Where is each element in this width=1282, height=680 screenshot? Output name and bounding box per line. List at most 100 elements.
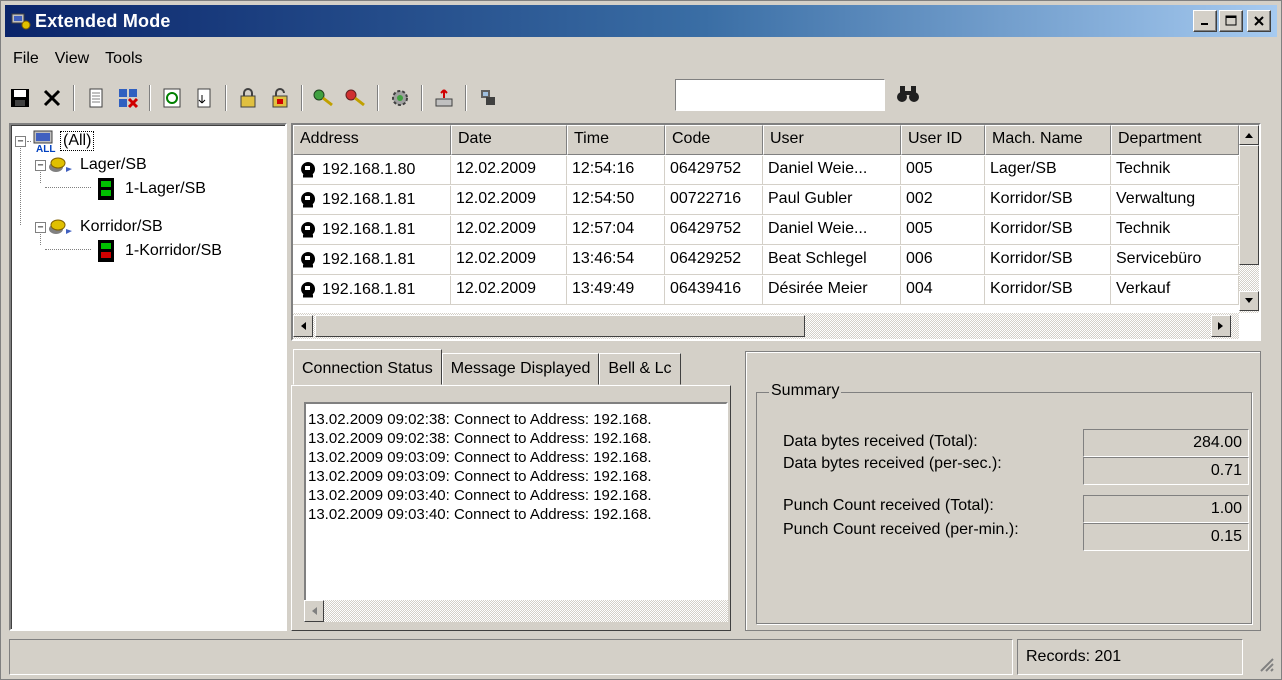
grid-vertical-scrollbar[interactable] bbox=[1239, 125, 1259, 313]
collapse-icon[interactable]: − bbox=[35, 159, 46, 171]
cell-text: 192.168.1.81 bbox=[322, 251, 416, 268]
punch-icon bbox=[301, 162, 316, 178]
all-icon: ALL bbox=[33, 130, 55, 153]
cell-code: 06429752 bbox=[665, 216, 763, 245]
column-header-code[interactable]: Code bbox=[665, 125, 763, 155]
column-header-user[interactable]: User bbox=[763, 125, 901, 155]
log-line: 13.02.2009 09:02:38: Connect to Address:… bbox=[308, 411, 652, 428]
cell-department: Servicebüro bbox=[1111, 246, 1239, 275]
cell-mach-name: Korridor/SB bbox=[985, 186, 1111, 215]
collapse-icon[interactable]: − bbox=[15, 135, 26, 147]
scroll-down-button[interactable] bbox=[1239, 291, 1259, 311]
tab-message-displayed[interactable]: Message Displayed bbox=[441, 353, 600, 385]
toolbar-separator bbox=[301, 85, 303, 111]
document-icon[interactable] bbox=[81, 82, 111, 114]
punch-icon bbox=[301, 192, 316, 208]
grid-horizontal-scrollbar[interactable] bbox=[293, 313, 1239, 339]
upload-icon[interactable] bbox=[429, 82, 459, 114]
tab-bell-lock[interactable]: Bell & Lc bbox=[599, 353, 682, 385]
resize-grip-icon[interactable] bbox=[1257, 655, 1275, 673]
maximize-button[interactable] bbox=[1219, 10, 1243, 32]
delete-icon[interactable] bbox=[37, 82, 67, 114]
cell-date: 12.02.2009 bbox=[451, 156, 567, 185]
toolbar-separator bbox=[421, 85, 423, 111]
site-icon bbox=[49, 157, 72, 172]
cell-text: 192.168.1.81 bbox=[322, 281, 416, 298]
key-red-icon[interactable] bbox=[341, 82, 371, 114]
menu-tools[interactable]: Tools bbox=[97, 50, 150, 68]
cell-address: 192.168.1.81 bbox=[293, 186, 451, 215]
cell-time: 12:57:04 bbox=[567, 216, 665, 245]
title-bar[interactable]: Extended Mode bbox=[5, 5, 1277, 37]
cell-code: 00722716 bbox=[665, 186, 763, 215]
scroll-up-button[interactable] bbox=[1239, 125, 1259, 145]
tree-node-label: Lager/SB bbox=[80, 156, 147, 173]
toolbar-separator bbox=[225, 85, 227, 111]
log-line: 13.02.2009 09:03:09: Connect to Address:… bbox=[308, 468, 652, 485]
binoculars-icon[interactable] bbox=[895, 81, 921, 112]
cell-address: 192.168.1.81 bbox=[293, 246, 451, 275]
table-row[interactable]: 192.168.1.81 12.02.2009 12:57:04 06429752 Da… bbox=[293, 216, 1239, 245]
tree-node-all[interactable]: − ALL (All) bbox=[15, 129, 95, 153]
cell-time: 13:46:54 bbox=[567, 246, 665, 275]
summary-panel: Summary Data bytes received (Total): 284… bbox=[745, 351, 1261, 631]
device-tree[interactable]: − ALL (All) − Lager/SB 1-Lager/SB − Korr… bbox=[9, 123, 287, 631]
cell-code: 06439416 bbox=[665, 276, 763, 305]
table-row[interactable]: 192.168.1.80 12.02.2009 12:54:16 06429752 Da… bbox=[293, 156, 1239, 185]
refresh-icon[interactable] bbox=[157, 82, 187, 114]
key-icon[interactable] bbox=[309, 82, 339, 114]
table-row[interactable]: 192.168.1.81 12.02.2009 12:54:50 00722716 Pa… bbox=[293, 186, 1239, 215]
column-header-user-id[interactable]: User ID bbox=[901, 125, 985, 155]
menu-view[interactable]: View bbox=[47, 50, 97, 68]
cell-time: 12:54:16 bbox=[567, 156, 665, 185]
column-header-address[interactable]: Address bbox=[293, 125, 451, 155]
cell-user-id: 006 bbox=[901, 246, 985, 275]
menu-file[interactable]: File bbox=[5, 50, 47, 68]
cell-user-id: 005 bbox=[901, 156, 985, 185]
collapse-icon[interactable]: − bbox=[35, 221, 46, 233]
cell-text: 192.168.1.80 bbox=[322, 161, 416, 178]
scroll-thumb[interactable] bbox=[1239, 145, 1259, 265]
column-header-time[interactable]: Time bbox=[567, 125, 665, 155]
tab-connection-status[interactable]: Connection Status bbox=[293, 349, 442, 385]
column-header-department[interactable]: Department bbox=[1111, 125, 1239, 155]
export-icon[interactable] bbox=[189, 82, 219, 114]
tree-node-korridor[interactable]: − Korridor/SB bbox=[35, 215, 163, 239]
column-header-mach-name[interactable]: Mach. Name bbox=[985, 125, 1111, 155]
punch-grid[interactable]: Address Date Time Code User User ID Mach… bbox=[291, 123, 1261, 341]
grid-delete-icon[interactable] bbox=[113, 82, 143, 114]
scroll-thumb[interactable] bbox=[315, 315, 805, 337]
settings-icon[interactable] bbox=[385, 82, 415, 114]
cell-user: Daniel Weie... bbox=[763, 156, 901, 185]
table-row[interactable]: 192.168.1.81 12.02.2009 13:46:54 06429252 Be… bbox=[293, 246, 1239, 275]
cell-mach-name: Lager/SB bbox=[985, 156, 1111, 185]
log-line: 13.02.2009 09:02:38: Connect to Address:… bbox=[308, 430, 652, 447]
log-horizontal-scrollbar[interactable] bbox=[304, 600, 728, 622]
menu-bar: File View Tools bbox=[5, 45, 151, 73]
cell-code: 06429252 bbox=[665, 246, 763, 275]
scroll-left-button[interactable] bbox=[293, 315, 313, 337]
connection-status-panel: 13.02.2009 09:02:38: Connect to Address:… bbox=[291, 385, 731, 631]
unlock-icon[interactable] bbox=[265, 82, 295, 114]
minimize-button[interactable] bbox=[1193, 10, 1217, 32]
table-row[interactable]: 192.168.1.81 12.02.2009 13:49:49 06439416 Dé… bbox=[293, 276, 1239, 305]
connection-log[interactable]: 13.02.2009 09:02:38: Connect to Address:… bbox=[304, 402, 728, 602]
tree-node-korridor-device[interactable]: 1-Korridor/SB bbox=[95, 239, 222, 263]
tree-node-label: 1-Korridor/SB bbox=[125, 242, 222, 259]
scroll-left-button[interactable] bbox=[304, 600, 324, 622]
network-icon[interactable] bbox=[473, 82, 503, 114]
search-input[interactable] bbox=[675, 79, 885, 111]
tree-node-lager[interactable]: − Lager/SB bbox=[35, 153, 147, 177]
column-header-date[interactable]: Date bbox=[451, 125, 567, 155]
lock-icon[interactable] bbox=[233, 82, 263, 114]
cell-time: 12:54:50 bbox=[567, 186, 665, 215]
log-line: 13.02.2009 09:03:09: Connect to Address:… bbox=[308, 449, 652, 466]
save-icon[interactable] bbox=[5, 82, 35, 114]
tree-connector bbox=[45, 187, 91, 188]
cell-text: 192.168.1.81 bbox=[322, 191, 416, 208]
close-button[interactable] bbox=[1247, 10, 1271, 32]
tree-node-lager-device[interactable]: 1-Lager/SB bbox=[95, 177, 206, 201]
cell-user-id: 002 bbox=[901, 186, 985, 215]
scroll-right-button[interactable] bbox=[1211, 315, 1231, 337]
cell-department: Technik bbox=[1111, 216, 1239, 245]
